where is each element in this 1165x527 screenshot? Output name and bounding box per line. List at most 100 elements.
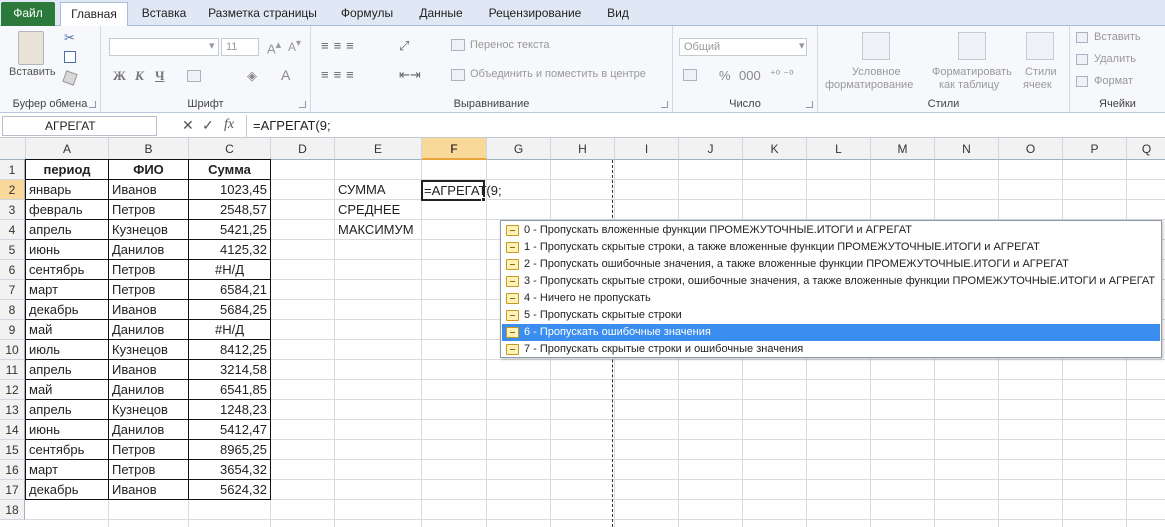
row-header-10[interactable]: 10 (0, 340, 25, 360)
table-cell[interactable]: сентябрь (26, 440, 109, 460)
merge-center-button[interactable]: Объединить и поместить в центре (470, 68, 646, 80)
label-sum[interactable]: СУММА (335, 180, 422, 200)
table-cell[interactable]: 1023,45 (189, 180, 271, 200)
indent-icons[interactable]: ⇤⇥ (399, 67, 421, 83)
column-header-g[interactable]: G (487, 138, 551, 160)
table-cell[interactable]: 2548,57 (189, 200, 271, 220)
conditional-formatting-label-1[interactable]: Условное (852, 66, 901, 78)
formula-input[interactable]: =АГРЕГАТ(9; (246, 115, 1165, 137)
insert-function-icon[interactable]: fx (224, 117, 234, 133)
column-header-h[interactable]: H (551, 138, 615, 160)
table-cell[interactable]: Иванов (109, 180, 189, 200)
cancel-icon[interactable]: ✕ (182, 117, 194, 134)
table-cell[interactable]: #Н/Д (189, 320, 271, 340)
table-cell[interactable]: Кузнецов (109, 400, 189, 420)
increase-font-icon[interactable]: A▴ (267, 38, 281, 56)
table-cell[interactable]: 6541,85 (189, 380, 271, 400)
table-cell[interactable]: март (26, 460, 109, 480)
table-cell[interactable]: апрель (26, 360, 109, 380)
enter-icon[interactable]: ✓ (202, 117, 214, 134)
column-header-l[interactable]: L (807, 138, 871, 160)
row-header-9[interactable]: 9 (0, 320, 25, 340)
format-cells-button[interactable]: Формат (1094, 75, 1133, 87)
number-format-select[interactable]: Общий (679, 38, 807, 56)
autocomplete-item[interactable]: 6 - Пропускать ошибочные значения (502, 324, 1160, 341)
currency-icon[interactable] (683, 69, 697, 81)
decimal-icons[interactable]: ⁺⁰ ⁻⁰ (770, 68, 794, 81)
table-cell[interactable]: декабрь (26, 480, 109, 500)
table-cell[interactable]: 8412,25 (189, 340, 271, 360)
column-header-q[interactable]: Q (1127, 138, 1165, 160)
table-cell[interactable]: Кузнецов (109, 220, 189, 240)
autocomplete-item[interactable]: 4 - Ничего не пропускать (502, 290, 1160, 307)
column-header-k[interactable]: K (743, 138, 807, 160)
tab-home[interactable]: Главная (60, 2, 128, 27)
table-cell[interactable]: июнь (26, 240, 109, 260)
tab-review[interactable]: Рецензирование (480, 2, 590, 26)
table-cell[interactable]: Данилов (109, 420, 189, 440)
table-cell[interactable]: апрель (26, 220, 109, 240)
format-painter-icon[interactable] (62, 70, 78, 86)
number-format-dropdown-icon[interactable]: ▾ (799, 39, 805, 52)
row-header-17[interactable]: 17 (0, 480, 25, 500)
table-cell[interactable]: март (26, 280, 109, 300)
copy-icon[interactable] (64, 51, 76, 63)
format-as-table-icon[interactable] (958, 32, 986, 60)
table-cell[interactable]: Данилов (109, 240, 189, 260)
table-cell[interactable]: Иванов (109, 480, 189, 500)
fill-handle[interactable] (481, 197, 486, 202)
column-header-b[interactable]: B (109, 138, 189, 160)
underline-button[interactable]: Ч (155, 68, 165, 84)
row-header-1[interactable]: 1 (0, 160, 25, 180)
row-header-13[interactable]: 13 (0, 400, 25, 420)
cell-styles-icon[interactable] (1026, 32, 1054, 60)
table-cell[interactable]: май (26, 380, 109, 400)
table-cell[interactable]: 1248,23 (189, 400, 271, 420)
row-header-16[interactable]: 16 (0, 460, 25, 480)
column-header-j[interactable]: J (679, 138, 743, 160)
table-cell[interactable]: апрель (26, 400, 109, 420)
column-header-f[interactable]: F (422, 138, 487, 160)
font-name-select[interactable] (109, 38, 219, 56)
orientation-icon[interactable]: ⤢ (399, 38, 409, 54)
table-cell[interactable]: июнь (26, 420, 109, 440)
row-header-15[interactable]: 15 (0, 440, 25, 460)
table-cell[interactable]: 4125,32 (189, 240, 271, 260)
row-header-5[interactable]: 5 (0, 240, 25, 260)
table-header-cell[interactable]: Сумма (189, 160, 271, 180)
conditional-formatting-icon[interactable] (862, 32, 890, 60)
table-cell[interactable]: Кузнецов (109, 340, 189, 360)
autocomplete-item[interactable]: 0 - Пропускать вложенные функции ПРОМЕЖУ… (502, 222, 1160, 239)
tab-file[interactable]: Файл (1, 2, 55, 26)
font-size-select[interactable]: 11 (221, 38, 259, 56)
table-cell[interactable]: июль (26, 340, 109, 360)
paste-icon[interactable] (18, 31, 44, 65)
table-cell[interactable]: 5412,47 (189, 420, 271, 440)
table-cell[interactable]: сентябрь (26, 260, 109, 280)
tab-insert[interactable]: Вставка (134, 2, 194, 26)
table-cell[interactable]: 5421,25 (189, 220, 271, 240)
tab-view[interactable]: Вид (598, 2, 638, 26)
row-header-3[interactable]: 3 (0, 200, 25, 220)
active-cell-editor[interactable]: =АГРЕГАТ(9; (424, 181, 502, 200)
table-cell[interactable]: Иванов (109, 300, 189, 320)
table-cell[interactable]: Петров (109, 460, 189, 480)
row-header-18[interactable]: 18 (0, 500, 25, 520)
italic-button[interactable]: К (135, 68, 144, 84)
table-cell[interactable]: Данилов (109, 380, 189, 400)
label-avg[interactable]: СРЕДНЕЕ (335, 200, 422, 220)
insert-cells-button[interactable]: Вставить (1094, 31, 1141, 43)
tab-page-layout[interactable]: Разметка страницы (200, 2, 325, 26)
tab-data[interactable]: Данные (410, 2, 472, 26)
row-header-7[interactable]: 7 (0, 280, 25, 300)
column-header-n[interactable]: N (935, 138, 999, 160)
row-header-8[interactable]: 8 (0, 300, 25, 320)
cell-styles-label-2[interactable]: ячеек (1023, 79, 1052, 91)
fill-color-icon[interactable]: ◈ (247, 68, 257, 84)
table-cell[interactable]: #Н/Д (189, 260, 271, 280)
row-header-14[interactable]: 14 (0, 420, 25, 440)
column-header-e[interactable]: E (335, 138, 422, 160)
clipboard-launcher-icon[interactable] (89, 101, 96, 108)
table-cell[interactable]: 5684,25 (189, 300, 271, 320)
autocomplete-item[interactable]: 7 - Пропускать скрытые строки и ошибочны… (502, 341, 1160, 358)
